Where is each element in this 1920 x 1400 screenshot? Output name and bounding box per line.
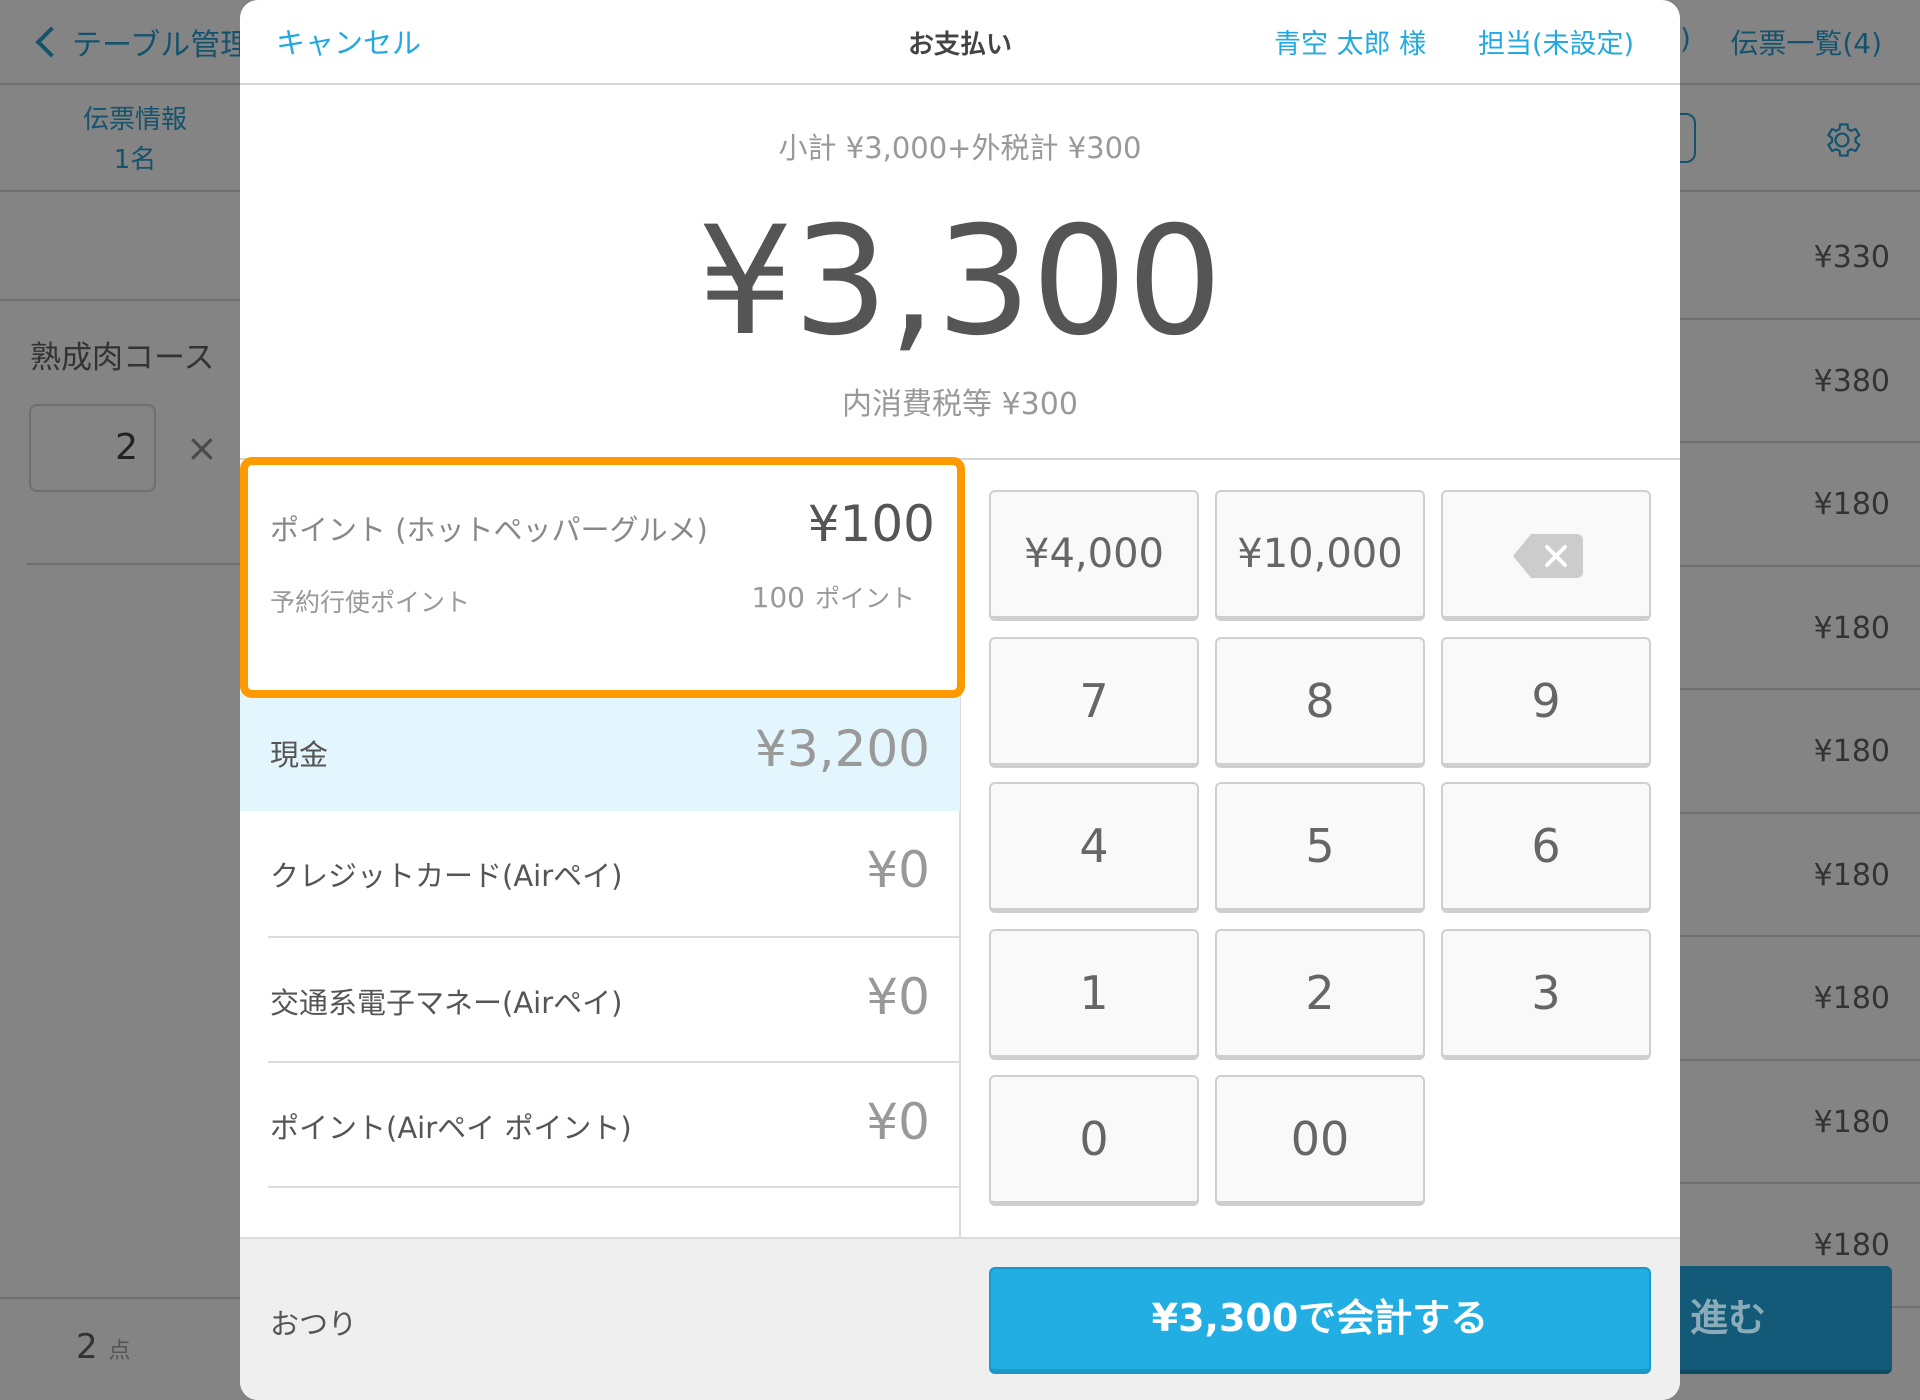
change-label: おつり bbox=[270, 1307, 358, 1341]
digit-9-key[interactable]: 9 bbox=[1441, 637, 1651, 768]
method-amount: ¥3,200 bbox=[755, 720, 930, 778]
payment-methods-list: ポイント (ホットペッパーグルメ) ¥100 予約行使ポイント 100 ポイント … bbox=[240, 457, 965, 1237]
price-row: ¥180 bbox=[1680, 443, 1920, 567]
digit-8-key[interactable]: 8 bbox=[1215, 637, 1425, 768]
payment-summary: 小計 ¥3,000+外税計 ¥300 ¥3,300 内消費税等 ¥300 bbox=[240, 85, 1680, 460]
digit-1-key[interactable]: 1 bbox=[989, 929, 1199, 1060]
reserved-points-label: 予約行使ポイント bbox=[270, 588, 471, 617]
backspace-icon bbox=[1513, 534, 1583, 578]
method-amount: ¥0 bbox=[866, 1093, 930, 1151]
times-icon: × bbox=[186, 426, 218, 470]
item-count: 2 点 bbox=[76, 1327, 130, 1367]
divider bbox=[0, 190, 240, 192]
gear-icon[interactable] bbox=[1820, 118, 1864, 162]
item-count-value: 2 bbox=[76, 1327, 98, 1367]
slip-list-button[interactable]: 伝票一覧(4) bbox=[1730, 22, 1882, 62]
back-label: テーブル管理 bbox=[72, 28, 251, 63]
payment-method-airpay-points[interactable]: ポイント(Airペイ ポイント) ¥0 bbox=[240, 1063, 960, 1187]
payment-modal: キャンセル お支払い 青空 太郎 様 担当(未設定) 小計 ¥3,000+外税計… bbox=[240, 0, 1680, 1400]
checkout-button[interactable]: ¥3,300で会計する bbox=[989, 1267, 1651, 1374]
method-label: ポイント(Airペイ ポイント) bbox=[270, 1111, 632, 1145]
digit-6-key[interactable]: 6 bbox=[1441, 782, 1651, 913]
total-amount: ¥3,300 bbox=[697, 195, 1223, 369]
digit-00-key[interactable]: 00 bbox=[1215, 1075, 1425, 1206]
digit-0-key[interactable]: 0 bbox=[989, 1075, 1199, 1206]
divider bbox=[27, 563, 240, 565]
quick-amount-4000-key[interactable]: ¥4,000 bbox=[989, 490, 1199, 621]
price-row: ¥180 bbox=[1680, 814, 1920, 937]
proceed-button[interactable]: 進む bbox=[1650, 1266, 1892, 1374]
price-row: ¥380 bbox=[1680, 320, 1920, 443]
digit-4-key[interactable]: 4 bbox=[989, 782, 1199, 913]
back-button[interactable]: テーブル管理 bbox=[35, 20, 251, 64]
divider bbox=[1680, 190, 1920, 192]
price-row: ¥180 bbox=[1680, 567, 1920, 690]
digit-7-key[interactable]: 7 bbox=[989, 637, 1199, 768]
background-price-list: ¥330 ¥380 ¥180 ¥180 ¥180 ¥180 ¥180 ¥180 … bbox=[1680, 196, 1920, 1308]
payment-method-hotpepper-points[interactable]: ポイント (ホットペッパーグルメ) ¥100 予約行使ポイント 100 ポイント bbox=[240, 457, 965, 698]
method-amount: ¥100 bbox=[807, 495, 935, 553]
method-label: クレジットカード(Airペイ) bbox=[270, 859, 623, 893]
reserved-points-value: 100 ポイント bbox=[752, 579, 915, 615]
item-count-unit: 点 bbox=[108, 1339, 131, 1364]
quick-amount-10000-key[interactable]: ¥10,000 bbox=[1215, 490, 1425, 621]
method-label: ポイント (ホットペッパーグルメ) bbox=[270, 513, 708, 547]
points-unit: ポイント bbox=[814, 584, 915, 613]
payment-method-cash[interactable]: 現金 ¥3,200 bbox=[240, 692, 960, 811]
points-number: 100 bbox=[751, 581, 805, 614]
tax-line: 内消費税等 ¥300 bbox=[842, 387, 1078, 422]
cancel-button[interactable]: キャンセル bbox=[276, 20, 421, 62]
method-label: 交通系電子マネー(Airペイ) bbox=[270, 986, 623, 1020]
price-row: ¥180 bbox=[1680, 690, 1920, 814]
modal-header: キャンセル お支払い 青空 太郎 様 担当(未設定) bbox=[240, 0, 1680, 85]
payment-method-transit-emoney[interactable]: 交通系電子マネー(Airペイ) ¥0 bbox=[240, 938, 960, 1062]
staff-select-link[interactable]: 担当(未設定) bbox=[1478, 22, 1634, 61]
method-amount: ¥0 bbox=[866, 841, 930, 899]
digit-5-key[interactable]: 5 bbox=[1215, 782, 1425, 913]
digit-3-key[interactable]: 3 bbox=[1441, 929, 1651, 1060]
customer-name-link[interactable]: 青空 太郎 様 bbox=[1274, 22, 1426, 61]
method-amount: ¥0 bbox=[866, 968, 930, 1026]
payment-method-credit-card[interactable]: クレジットカード(Airペイ) ¥0 bbox=[240, 811, 960, 937]
slip-info-guests: 1名 bbox=[113, 145, 157, 175]
slip-info-title: 伝票情報 bbox=[82, 105, 187, 135]
price-row: ¥180 bbox=[1680, 937, 1920, 1061]
chevron-left-icon bbox=[35, 26, 67, 58]
subtotal-line: 小計 ¥3,000+外税計 ¥300 bbox=[778, 131, 1142, 165]
method-label: 現金 bbox=[270, 738, 329, 772]
modal-footer: おつり ¥0 ¥3,300で会計する bbox=[240, 1237, 1680, 1400]
course-name: 熟成肉コース bbox=[30, 340, 215, 376]
slip-info-button[interactable]: 伝票情報 1名 bbox=[60, 100, 210, 180]
background-paren-fragment: ) bbox=[1680, 22, 1691, 55]
backspace-key[interactable] bbox=[1441, 490, 1651, 621]
course-quantity-field[interactable]: 2 bbox=[29, 404, 156, 492]
divider bbox=[0, 1297, 240, 1299]
modal-title: お支払い bbox=[907, 30, 1012, 60]
price-row: ¥180 bbox=[1680, 1061, 1920, 1184]
divider bbox=[268, 1186, 959, 1188]
digit-2-key[interactable]: 2 bbox=[1215, 929, 1425, 1060]
divider bbox=[0, 299, 240, 301]
price-row: ¥330 bbox=[1680, 196, 1920, 320]
